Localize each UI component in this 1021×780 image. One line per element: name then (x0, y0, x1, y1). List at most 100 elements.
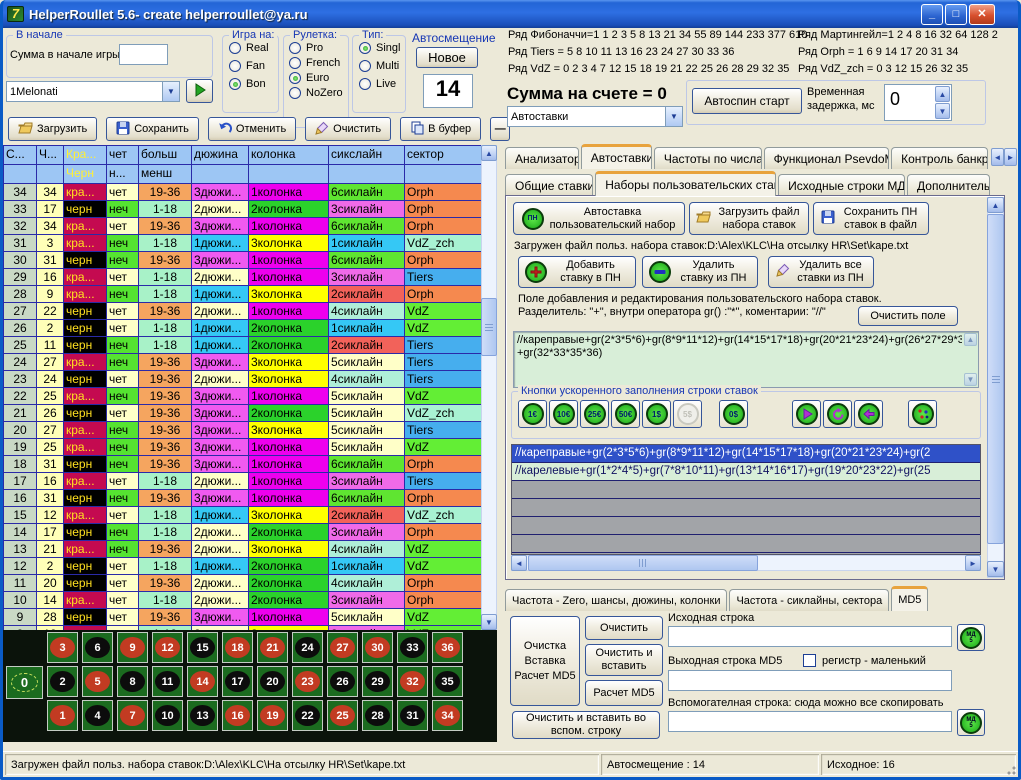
spin-cell[interactable]: 16 (4, 490, 37, 507)
autospin-start-button[interactable]: Автоспин старт (692, 88, 802, 114)
list-scroll-left-icon[interactable]: ◄ (511, 555, 527, 571)
tab-md5[interactable]: MD5 (891, 586, 928, 611)
board-cell-8[interactable]: 8 (117, 666, 148, 697)
radio-icon[interactable] (359, 78, 371, 90)
board-cell-4[interactable]: 4 (82, 700, 113, 731)
radio-option-live[interactable]: Live (359, 78, 405, 90)
board-cell-10[interactable]: 10 (152, 700, 183, 731)
board-cell-18[interactable]: 18 (222, 632, 253, 663)
resize-grip[interactable] (1006, 765, 1016, 775)
load-bet-file-button[interactable]: Загрузить файл набора ставок (689, 202, 809, 235)
board-cell-15[interactable]: 15 (187, 632, 218, 663)
run-preset-button[interactable] (186, 79, 213, 103)
board-cell-14[interactable]: 14 (187, 666, 218, 697)
board-cell-34[interactable]: 34 (432, 700, 463, 731)
radio-option-multi[interactable]: Multi (359, 60, 405, 72)
chip-button-0usd[interactable]: 0$ (719, 400, 748, 428)
radio-icon[interactable] (229, 78, 241, 90)
table-scroll-up-icon[interactable]: ▲ (481, 145, 497, 161)
tabs-scroll-left-icon[interactable]: ◄ (991, 148, 1004, 166)
table-scroll-thumb[interactable] (481, 298, 497, 356)
maximize-button[interactable]: □ (945, 4, 967, 25)
spin-cell[interactable]: 31 (4, 235, 37, 252)
radio-icon[interactable] (289, 87, 301, 99)
board-cell-3[interactable]: 3 (47, 632, 78, 663)
board-cell-9[interactable]: 9 (117, 632, 148, 663)
spin-cell[interactable]: 23 (4, 371, 37, 388)
tab-функционал-psevdoms[interactable]: Функционал PsevdoMS (764, 147, 889, 169)
spin-cell[interactable]: 33 (4, 201, 37, 218)
table-scroll-down-icon[interactable]: ▼ (481, 614, 497, 630)
spin-cell[interactable]: 15 (4, 507, 37, 524)
radio-icon[interactable] (289, 72, 301, 84)
board-cell-20[interactable]: 20 (257, 666, 288, 697)
bet-set-row-empty[interactable] (512, 481, 980, 499)
board-cell-21[interactable]: 21 (257, 632, 288, 663)
radio-icon[interactable] (229, 60, 241, 72)
spin-cell[interactable]: 17 (4, 473, 37, 490)
board-cell-32[interactable]: 32 (397, 666, 428, 697)
board-cell-36[interactable]: 36 (432, 632, 463, 663)
back-set-button[interactable] (854, 400, 883, 428)
radio-icon[interactable] (359, 42, 371, 54)
tab-общие-ставки[interactable]: Общие ставки (505, 174, 593, 196)
spinner-down-icon[interactable]: ▼ (935, 103, 950, 119)
preset-combo[interactable]: 1Melonati ▼ (6, 81, 180, 102)
spin-cell[interactable]: 22 (4, 388, 37, 405)
radio-option-fan[interactable]: Fan (229, 60, 278, 72)
board-cell-31[interactable]: 31 (397, 700, 428, 731)
list-scroll-right-icon[interactable]: ► (965, 555, 981, 571)
spinner-up-icon[interactable]: ▲ (935, 86, 950, 102)
panel-scroll-down-icon[interactable]: ▼ (987, 561, 1004, 577)
start-sum-input[interactable] (119, 44, 168, 65)
autoshift-new-button[interactable]: Новое (416, 47, 478, 68)
radio-icon[interactable] (289, 57, 301, 69)
load-button[interactable]: Загрузить (8, 117, 97, 141)
board-cell-24[interactable]: 24 (292, 632, 323, 663)
md5-clear-button[interactable]: Очистить (585, 616, 663, 640)
clear-button[interactable]: Очистить (305, 117, 391, 141)
radio-icon[interactable] (229, 42, 241, 54)
board-cell-26[interactable]: 26 (327, 666, 358, 697)
board-cell-17[interactable]: 17 (222, 666, 253, 697)
save-button[interactable]: Сохранить (106, 117, 199, 141)
spin-cell[interactable]: 27 (4, 303, 37, 320)
edit-scroll-down-icon[interactable]: ▼ (964, 373, 977, 386)
to-buffer-button[interactable]: В буфер (400, 117, 481, 141)
mix-set-button[interactable] (908, 400, 937, 428)
panel-scroll-up-icon[interactable]: ▲ (987, 197, 1004, 213)
tab-анализатор[interactable]: Анализатор (505, 147, 579, 169)
titlebar[interactable]: 7 HelperRoullet 5.6- create helperroulle… (0, 0, 1021, 28)
board-cell-2[interactable]: 2 (47, 666, 78, 697)
board-cell-12[interactable]: 12 (152, 632, 183, 663)
board-cell-5[interactable]: 5 (82, 666, 113, 697)
bet-edit-area[interactable]: //кареправые+gr(2*3*5*6)+gr(8*9*11*12)+g… (513, 331, 979, 388)
play-set-button[interactable] (792, 400, 821, 428)
board-cell-30[interactable]: 30 (362, 632, 393, 663)
radio-option-euro[interactable]: Euro (289, 72, 348, 84)
radio-option-bon[interactable]: Bon (229, 78, 278, 90)
board-cell-25[interactable]: 25 (327, 700, 358, 731)
delay-spinner[interactable]: 0 ▲ ▼ (884, 84, 952, 121)
chevron-down-icon[interactable]: ▼ (665, 107, 682, 126)
tab-частоты-по-числам[interactable]: Частоты по числам (654, 147, 762, 169)
clear-field-button[interactable]: Очистить поле (858, 306, 958, 326)
md5-out-input[interactable] (668, 670, 952, 691)
spin-cell[interactable]: 18 (4, 456, 37, 473)
tab-наборы-пользовательских-ставок[interactable]: Наборы пользовательских ставок (595, 171, 776, 196)
edit-scroll-up-icon[interactable]: ▲ (964, 333, 977, 346)
spin-cell[interactable]: 11 (4, 575, 37, 592)
spin-cell[interactable]: 25 (4, 337, 37, 354)
panel-scroll-thumb[interactable] (987, 214, 1004, 544)
spin-cell[interactable]: 26 (4, 320, 37, 337)
radio-option-pro[interactable]: Pro (289, 42, 348, 54)
radio-icon[interactable] (289, 42, 301, 54)
undo-button[interactable]: Отменить (208, 117, 296, 141)
tab-контроль-банкро[interactable]: Контроль банкро (891, 147, 988, 169)
md5-source-calc-button[interactable]: МД5 (957, 624, 985, 651)
board-cell-28[interactable]: 28 (362, 700, 393, 731)
md5-clear-paste-calc-button[interactable]: Очистка Вставка Расчет MD5 (510, 616, 580, 706)
board-cell-7[interactable]: 7 (117, 700, 148, 731)
md5-clear-paste-aux-button[interactable]: Очистить и вставить во вспом. строку (512, 711, 660, 739)
autobets-combo[interactable]: Автоставки ▼ (507, 106, 683, 127)
